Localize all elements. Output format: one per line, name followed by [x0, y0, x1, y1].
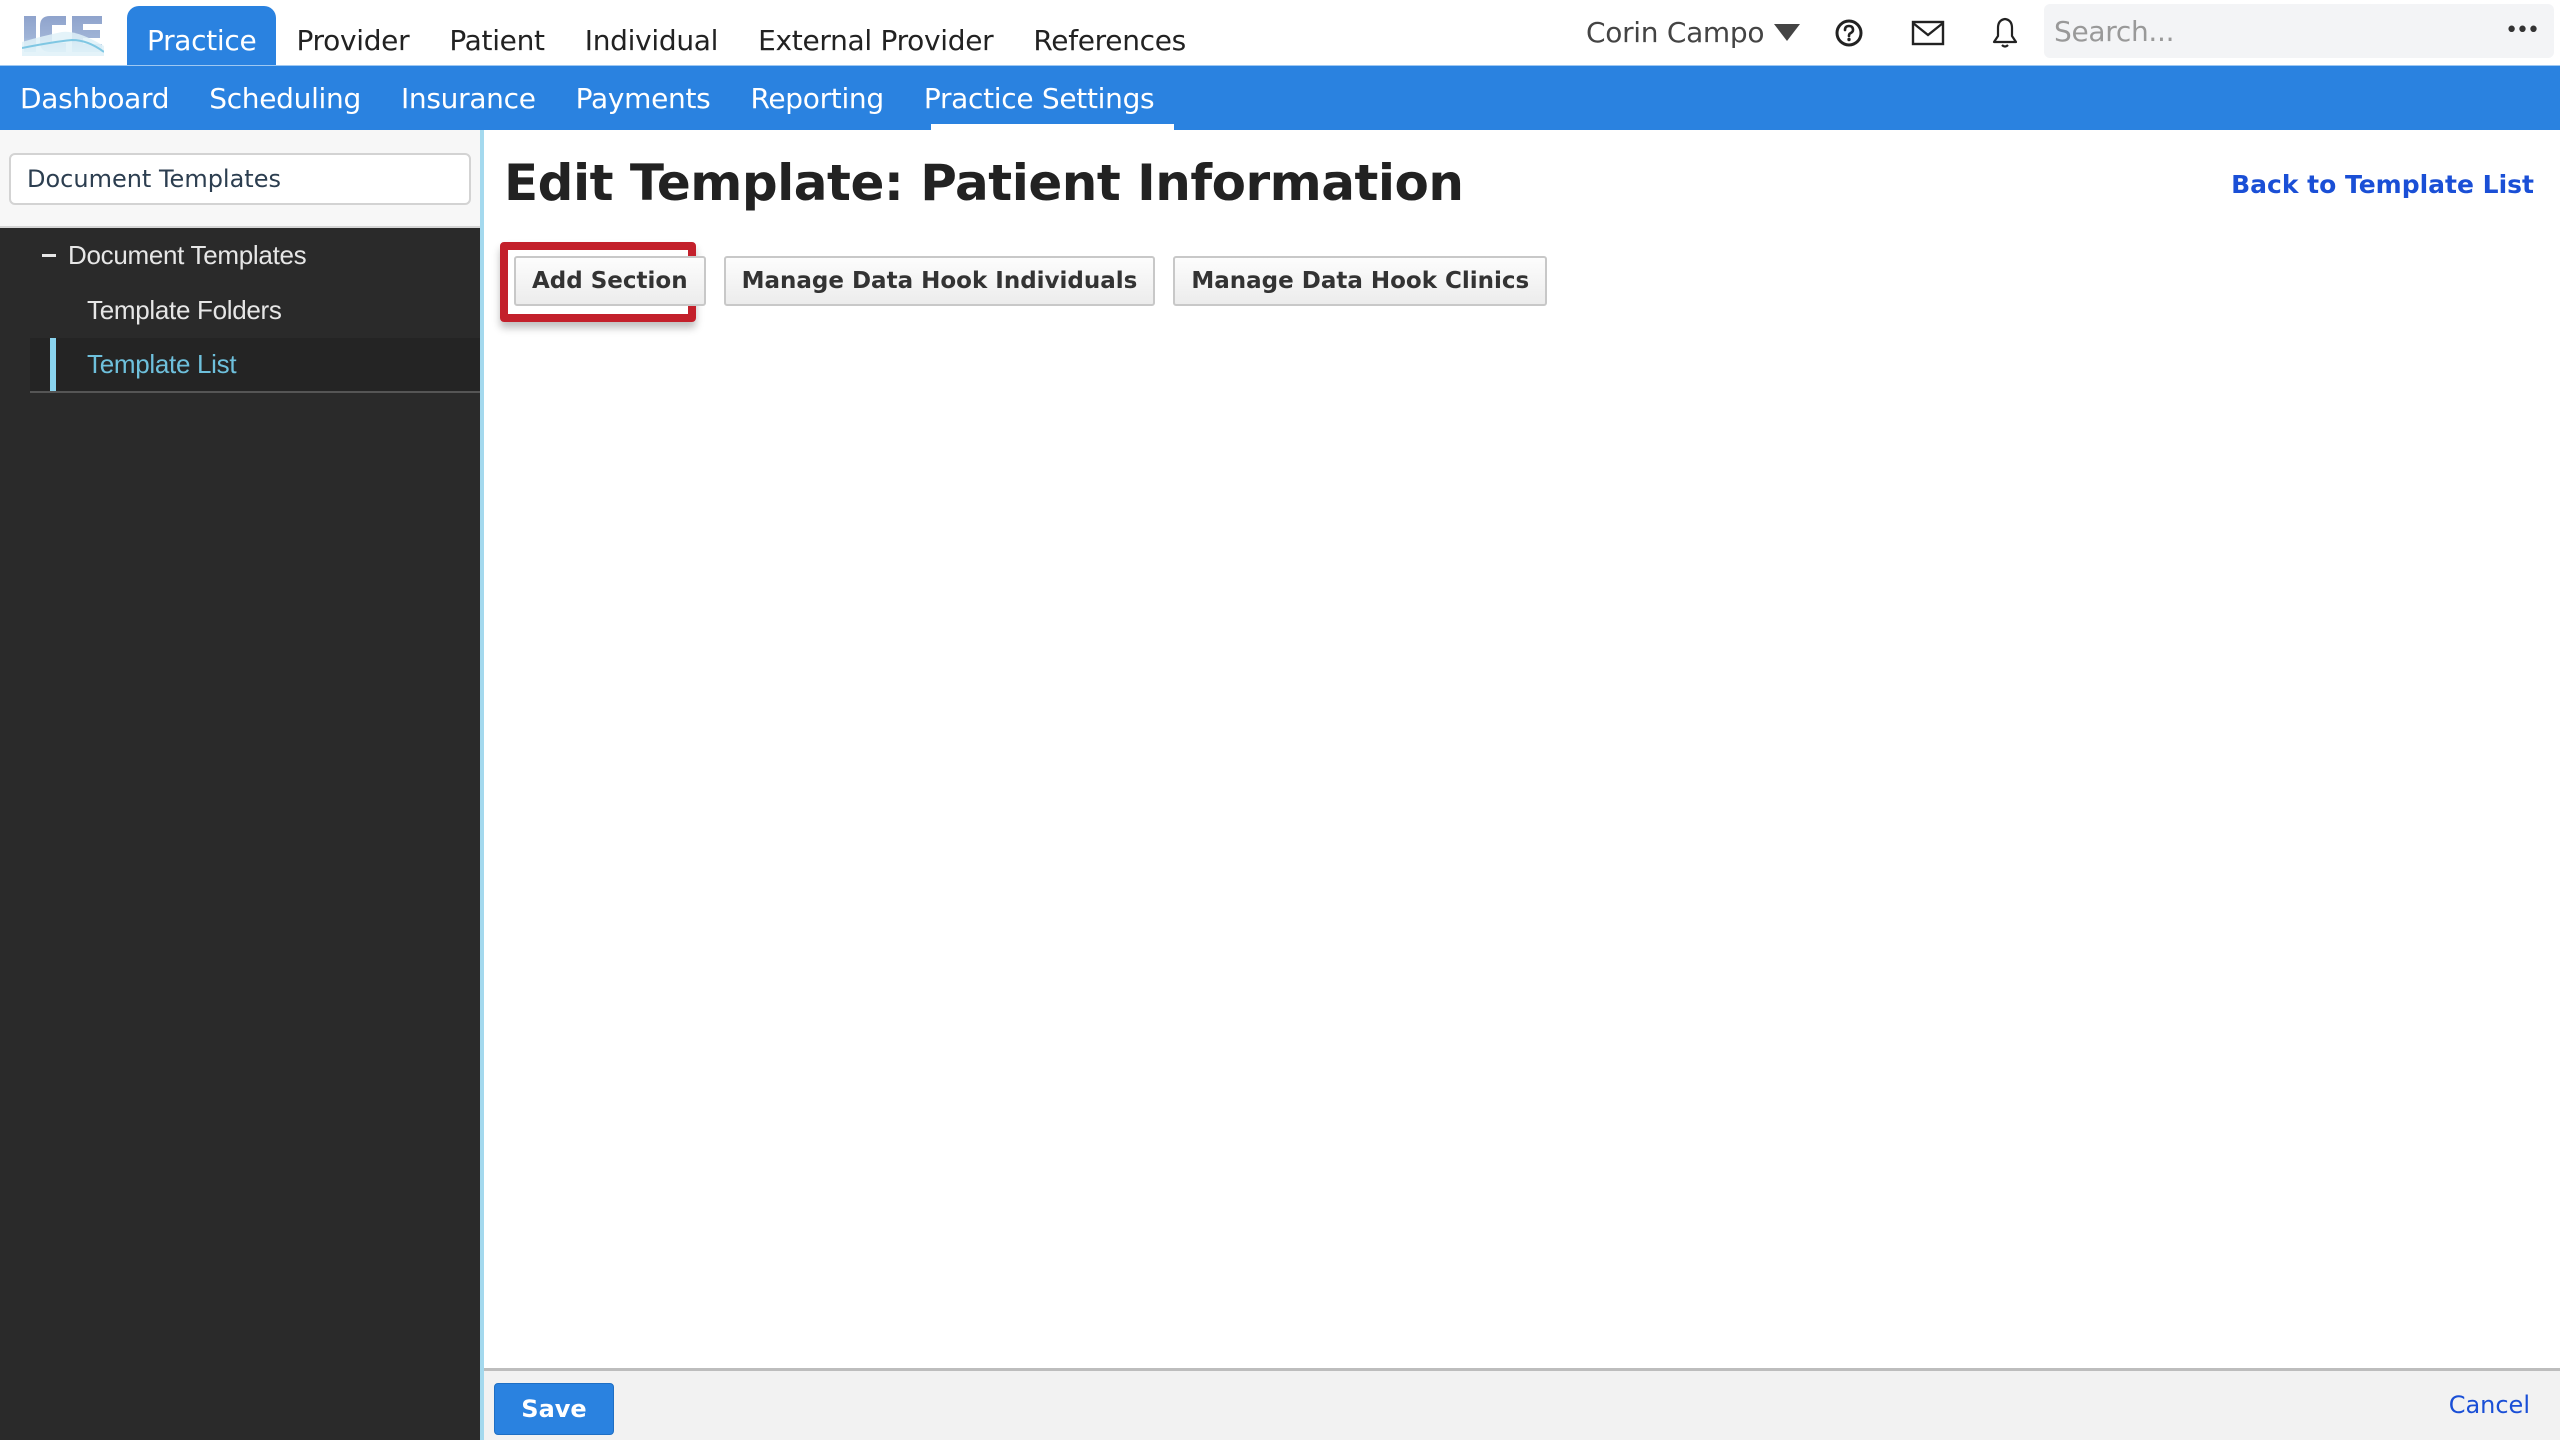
- sub-tab-practice-settings[interactable]: Practice Settings: [904, 66, 1175, 131]
- sidebar-filter-area: [0, 130, 480, 228]
- back-to-template-list-link[interactable]: Back to Template List: [2231, 170, 2534, 199]
- sub-nav: Dashboard Scheduling Insurance Payments …: [0, 65, 2560, 131]
- main-tab-external-provider[interactable]: External Provider: [738, 6, 1013, 65]
- bell-icon[interactable]: [1987, 15, 2023, 51]
- main-content: Edit Template: Patient Information Back …: [484, 130, 2560, 1368]
- search-box: •••: [2044, 4, 2554, 58]
- tree-item-template-folders[interactable]: Template Folders: [0, 283, 480, 338]
- footer-bar: Save Cancel: [484, 1368, 2560, 1440]
- sidebar: Document Templates Template Folders Temp…: [0, 130, 480, 1440]
- cancel-link[interactable]: Cancel: [2449, 1391, 2530, 1419]
- manage-data-hook-clinics-button[interactable]: Manage Data Hook Clinics: [1173, 256, 1548, 306]
- sidebar-filter-input[interactable]: [9, 153, 471, 205]
- collapse-icon[interactable]: [42, 254, 56, 257]
- action-buttons: Add Section Manage Data Hook Individuals…: [514, 256, 1565, 306]
- main-nav: Practice Provider Patient Individual Ext…: [127, 6, 1206, 65]
- sub-tab-insurance[interactable]: Insurance: [381, 66, 556, 130]
- user-name: Corin Campo: [1586, 15, 1765, 49]
- manage-data-hook-individuals-button[interactable]: Manage Data Hook Individuals: [723, 256, 1156, 306]
- tree-item-document-templates[interactable]: Document Templates: [0, 228, 480, 283]
- save-button[interactable]: Save: [494, 1383, 614, 1435]
- sub-tab-reporting[interactable]: Reporting: [730, 66, 903, 130]
- tree-item-template-list[interactable]: Template List: [30, 338, 480, 393]
- main-tab-individual[interactable]: Individual: [565, 6, 738, 65]
- user-menu[interactable]: Corin Campo: [1586, 12, 1801, 52]
- search-input[interactable]: [2044, 14, 2484, 48]
- main-tab-patient[interactable]: Patient: [429, 6, 564, 65]
- mail-icon[interactable]: [1910, 15, 1946, 51]
- sidebar-tree: Document Templates Template Folders Temp…: [0, 228, 480, 393]
- ice-logo[interactable]: [21, 12, 105, 56]
- more-options-icon[interactable]: •••: [2505, 18, 2540, 43]
- add-section-button[interactable]: Add Section: [514, 256, 706, 306]
- main-tab-references[interactable]: References: [1013, 6, 1206, 65]
- main-tab-practice[interactable]: Practice: [127, 6, 277, 65]
- sub-tab-scheduling[interactable]: Scheduling: [189, 66, 381, 130]
- caret-down-icon: [1774, 23, 1801, 41]
- tree-item-label: Template Folders: [87, 295, 282, 325]
- tree-item-label: Template List: [87, 349, 237, 379]
- help-icon[interactable]: [1831, 15, 1867, 51]
- tree-item-label: Document Templates: [68, 240, 307, 270]
- sub-tab-dashboard[interactable]: Dashboard: [0, 66, 189, 130]
- main-tab-provider[interactable]: Provider: [276, 6, 429, 65]
- sub-tab-payments[interactable]: Payments: [556, 66, 731, 130]
- top-bar: Practice Provider Patient Individual Ext…: [0, 0, 2560, 65]
- page-title: Edit Template: Patient Information: [504, 154, 1464, 212]
